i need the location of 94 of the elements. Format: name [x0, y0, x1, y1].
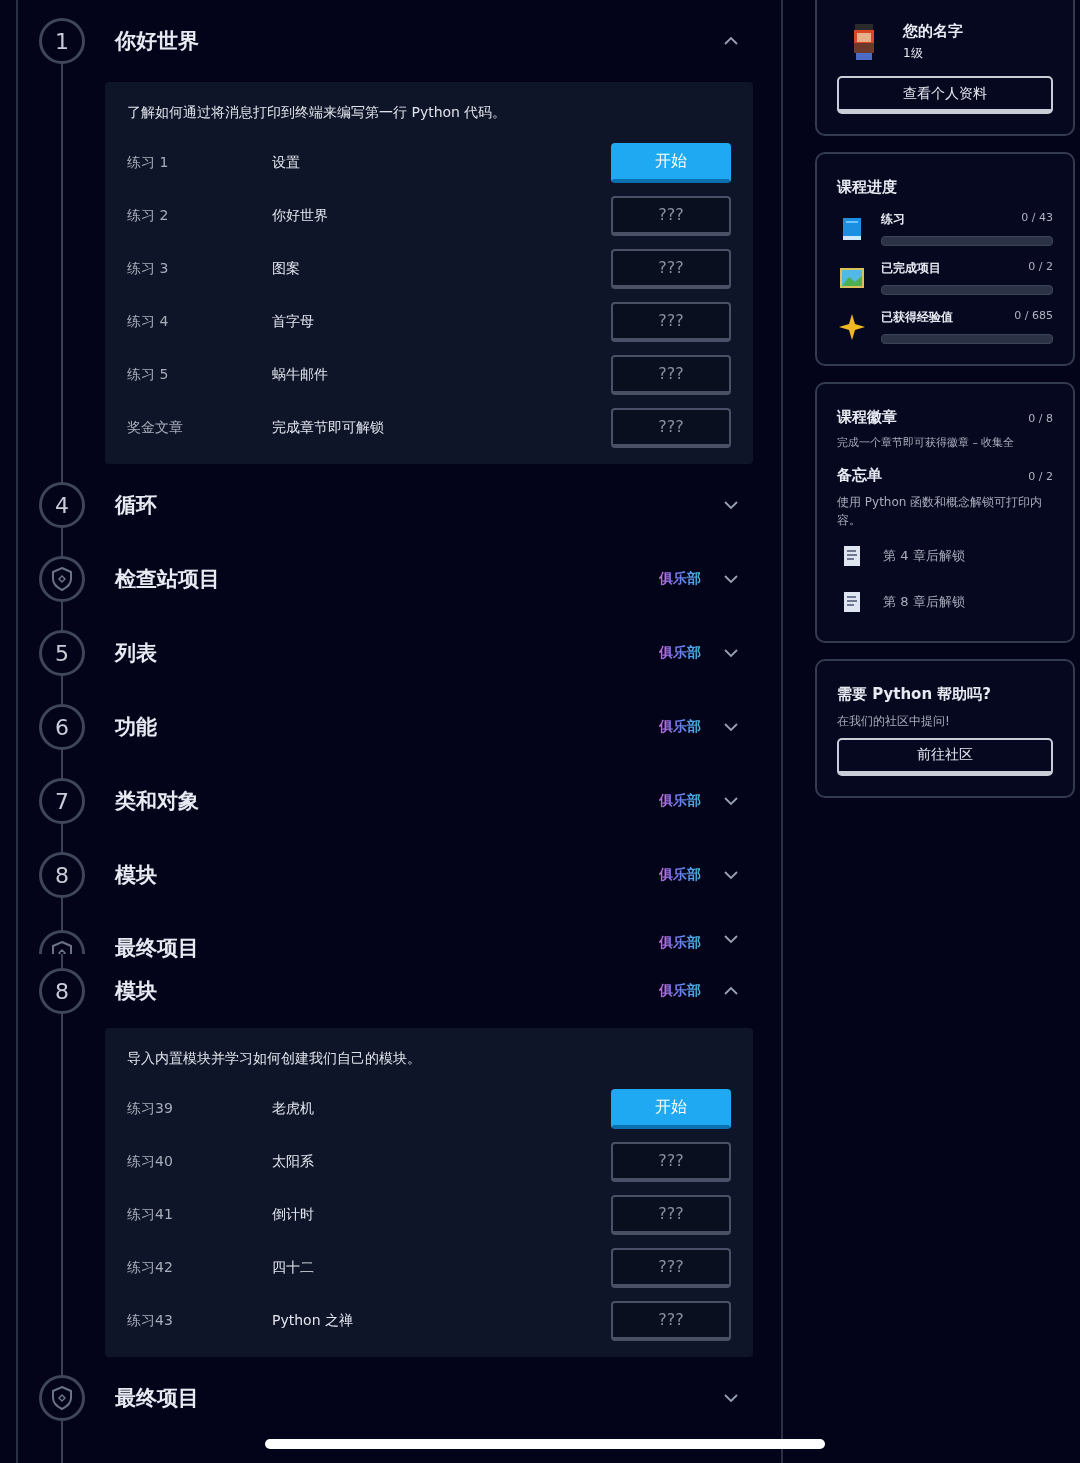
- exercise-name: Python 之禅: [272, 1311, 354, 1330]
- exercise-label: 练习41: [127, 1205, 174, 1224]
- user-name: 您的名字: [903, 22, 963, 41]
- exercise-label: 练习 5: [127, 365, 170, 384]
- memo-item[interactable]: 第 8 章后解锁: [883, 592, 965, 611]
- locked-button[interactable]: ???: [611, 407, 731, 448]
- chapter-number: 6: [39, 704, 85, 750]
- memos-description: 使用 Python 函数和概念解锁可打印内容。: [837, 493, 1044, 529]
- exercise-name: 太阳系: [272, 1152, 315, 1171]
- locked-button[interactable]: ???: [611, 1141, 731, 1182]
- expand-chevron-icon[interactable]: [723, 934, 739, 944]
- help-text: 在我们的社区中提问!: [837, 712, 951, 730]
- chapter-title[interactable]: 模块: [115, 977, 157, 1005]
- expand-chevron-icon[interactable]: [723, 722, 739, 732]
- chapter-title[interactable]: 循环: [115, 491, 157, 519]
- exercise-name: 倒计时: [272, 1205, 315, 1224]
- chapter-title[interactable]: 最终项目: [115, 1384, 199, 1412]
- chapter-title[interactable]: 类和对象: [115, 787, 199, 815]
- exercise-label: 练习42: [127, 1258, 174, 1277]
- exercise-name: 四十二: [272, 1258, 315, 1277]
- chapter-number: 1: [39, 18, 85, 64]
- exercise-label: 练习 4: [127, 312, 170, 331]
- chapter-description: 了解如何通过将消息打印到终端来编写第一行 Python 代码。: [127, 104, 508, 122]
- club-badge: 俱乐部: [659, 934, 701, 952]
- chapter-title[interactable]: 列表: [115, 639, 157, 667]
- memos-title: 备忘单: [837, 465, 882, 485]
- chapter-number: 4: [39, 482, 85, 528]
- locked-button[interactable]: ???: [611, 354, 731, 395]
- help-title: 需要 Python 帮助吗?: [837, 684, 993, 704]
- chapter-title[interactable]: 你好世界: [115, 27, 199, 55]
- book-icon: [842, 216, 862, 241]
- chapter-number: 7: [39, 778, 85, 824]
- progress-label: 已完成项目: [881, 260, 941, 277]
- expand-chevron-icon[interactable]: [723, 574, 739, 584]
- exercise-name: 蜗牛邮件: [272, 365, 329, 384]
- club-badge: 俱乐部: [659, 866, 701, 884]
- club-badge: 俱乐部: [659, 570, 701, 588]
- chapter-title[interactable]: 检查站项目: [115, 565, 220, 593]
- exercise-label: 练习43: [127, 1311, 174, 1330]
- progress-title: 课程进度: [837, 178, 898, 197]
- exercise-label: 练习 1: [127, 153, 170, 172]
- shield-icon: [50, 1385, 74, 1411]
- badges-description: 完成一个章节即可获得徽章 – 收集全: [837, 435, 1016, 451]
- chapter-number: 8: [39, 852, 85, 898]
- exercise-label: 练习 2: [127, 206, 170, 225]
- document-icon: [843, 590, 861, 613]
- expand-chevron-icon[interactable]: [723, 500, 739, 510]
- collapse-chevron-icon[interactable]: [723, 986, 739, 996]
- user-level: 1级: [903, 45, 924, 62]
- exercise-label: 练习 3: [127, 259, 170, 278]
- progress-label: 已获得经验值: [881, 309, 953, 326]
- chapter-title[interactable]: 模块: [115, 861, 157, 889]
- progress-label: 练习: [881, 211, 905, 228]
- exercise-name: 图案: [272, 259, 301, 278]
- shield-icon: [50, 566, 74, 592]
- locked-button[interactable]: ???: [611, 1194, 731, 1235]
- chapter-description: 导入内置模块并学习如何创建我们自己的模块。: [127, 1050, 422, 1068]
- badges-title: 课程徽章: [837, 408, 897, 427]
- club-badge: 俱乐部: [659, 982, 701, 1000]
- exercise-name: 设置: [272, 153, 301, 172]
- view-profile-button[interactable]: 查看个人资料: [837, 76, 1053, 114]
- community-button[interactable]: 前往社区: [837, 737, 1053, 776]
- collapse-chevron-icon[interactable]: [723, 36, 739, 46]
- document-icon: [843, 544, 861, 567]
- locked-button[interactable]: ???: [611, 1247, 731, 1288]
- memos-count: 0 / 2: [1028, 469, 1053, 483]
- exercise-label: 练习40: [127, 1152, 174, 1171]
- memo-item[interactable]: 第 4 章后解锁: [883, 546, 965, 565]
- chapter-number: 5: [39, 630, 85, 676]
- locked-button[interactable]: ???: [611, 1300, 731, 1341]
- chapter-title[interactable]: 最终项目: [115, 934, 199, 962]
- landscape-image-icon: [840, 267, 864, 288]
- locked-button[interactable]: ???: [611, 248, 731, 289]
- badges-count: 0 / 8: [1028, 412, 1053, 425]
- progress-count: 0 / 2: [1028, 260, 1053, 275]
- chapter-number: 8: [39, 968, 85, 1014]
- exercise-name: 首字母: [272, 312, 315, 331]
- exercise-label: 奖金文章: [127, 418, 184, 437]
- chapter-title[interactable]: 功能: [115, 713, 157, 741]
- progress-count: 0 / 685: [1014, 309, 1053, 324]
- expand-chevron-icon[interactable]: [723, 1393, 739, 1403]
- locked-button[interactable]: ???: [611, 301, 731, 342]
- exercise-label: 练习39: [127, 1099, 174, 1118]
- expand-chevron-icon[interactable]: [723, 870, 739, 880]
- club-badge: 俱乐部: [659, 718, 701, 736]
- expand-chevron-icon[interactable]: [723, 648, 739, 658]
- progress-count: 0 / 43: [1021, 211, 1053, 226]
- exercise-name: 你好世界: [272, 206, 329, 225]
- locked-button[interactable]: ???: [611, 195, 731, 236]
- exercise-name: 完成章节即可解锁: [272, 418, 385, 437]
- club-badge: 俱乐部: [659, 792, 701, 810]
- club-badge: 俱乐部: [659, 644, 701, 662]
- exercise-name: 老虎机: [272, 1099, 315, 1118]
- expand-chevron-icon[interactable]: [723, 796, 739, 806]
